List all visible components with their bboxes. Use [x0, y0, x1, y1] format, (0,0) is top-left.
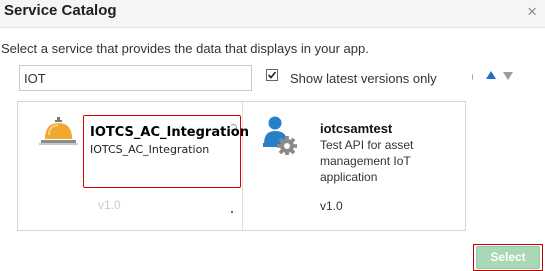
sort-ascending-icon[interactable] [486, 71, 496, 79]
show-latest-label: Show latest versions only [290, 71, 437, 86]
dialog-title: Service Catalog [4, 2, 117, 19]
service-version: v1.0 [98, 198, 121, 212]
show-latest-checkbox[interactable] [266, 69, 278, 81]
service-title: iotcsamtest [320, 121, 393, 136]
dialog-header: Service Catalog × [0, 0, 545, 28]
service-version: v1.0 [320, 199, 343, 213]
search-input[interactable] [19, 65, 252, 91]
service-description: Test API for asset management IoT applic… [320, 138, 414, 184]
close-icon[interactable]: × [527, 3, 537, 21]
service-description: IOTCS_AC_Integration [90, 143, 210, 156]
checkmark-icon [267, 71, 277, 79]
service-bell-icon [39, 117, 78, 145]
card-dot [231, 211, 233, 213]
service-title: IOTCS_AC_Integration [90, 125, 249, 140]
service-user-gear-icon [263, 116, 297, 155]
select-button[interactable]: Select [476, 246, 540, 269]
sort-descending-icon[interactable] [503, 72, 513, 80]
loading-icon [472, 74, 475, 80]
instructions-text: Select a service that provides the data … [1, 41, 369, 56]
